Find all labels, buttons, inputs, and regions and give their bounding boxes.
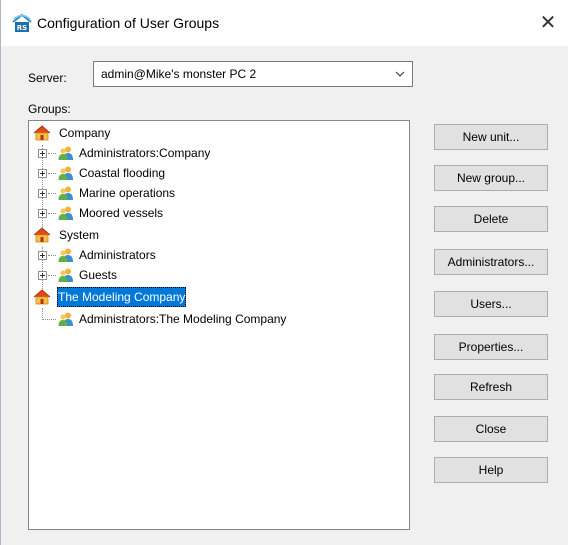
users-icon <box>58 166 73 180</box>
tree-node-label: The Modeling Company <box>57 287 187 307</box>
house-icon <box>33 125 51 141</box>
tree-node-label: Administrators <box>79 248 156 262</box>
administrators-button[interactable]: Administrators... <box>434 249 548 275</box>
tree-node-label: Coastal flooding <box>79 166 166 180</box>
tree-node-label: System <box>59 228 100 242</box>
expand-icon[interactable] <box>38 209 47 218</box>
help-button[interactable]: Help <box>434 457 548 483</box>
expand-icon[interactable] <box>38 271 47 280</box>
tree-node-label: Marine operations <box>79 186 176 200</box>
house-icon <box>33 227 51 243</box>
app-logo-icon: RS <box>12 13 32 32</box>
server-value: admin@Mike's monster PC 2 <box>101 67 257 81</box>
new-unit-button[interactable]: New unit... <box>434 124 548 150</box>
house-icon <box>33 289 51 305</box>
tree-node-label: Administrators:The Modeling Company <box>79 312 287 326</box>
delete-button[interactable]: Delete <box>434 206 548 232</box>
refresh-button[interactable]: Refresh <box>434 374 548 400</box>
server-label: Server: <box>28 71 67 85</box>
users-icon <box>58 206 73 220</box>
title-bar: RS Configuration of User Groups ✕ <box>1 0 568 46</box>
expand-icon[interactable] <box>38 149 47 158</box>
tree-node-label: Company <box>59 126 111 140</box>
close-icon[interactable]: ✕ <box>536 10 560 34</box>
user-groups-dialog: RS Configuration of User Groups ✕ Server… <box>0 0 568 545</box>
tree-node-label: Guests <box>79 268 118 282</box>
expand-icon[interactable] <box>38 251 47 260</box>
tree-node-label: Administrators:Company <box>79 146 211 160</box>
users-icon <box>58 248 73 262</box>
tree-node-label: Moored vessels <box>79 206 164 220</box>
window-title: Configuration of User Groups <box>37 15 220 31</box>
groups-label: Groups: <box>28 102 71 116</box>
users-icon <box>58 186 73 200</box>
chevron-down-icon <box>395 71 405 77</box>
users-icon <box>58 312 73 326</box>
server-dropdown[interactable]: admin@Mike's monster PC 2 <box>93 61 413 87</box>
users-icon <box>58 146 73 160</box>
expand-icon[interactable] <box>38 169 47 178</box>
new-group-button[interactable]: New group... <box>434 165 548 191</box>
users-button[interactable]: Users... <box>434 291 548 317</box>
groups-tree[interactable]: Company Administrators:Company Coastal f… <box>28 120 410 530</box>
expand-icon[interactable] <box>38 189 47 198</box>
properties-button[interactable]: Properties... <box>434 334 548 360</box>
close-button[interactable]: Close <box>434 416 548 442</box>
svg-text:RS: RS <box>17 24 27 32</box>
users-icon <box>58 268 73 282</box>
